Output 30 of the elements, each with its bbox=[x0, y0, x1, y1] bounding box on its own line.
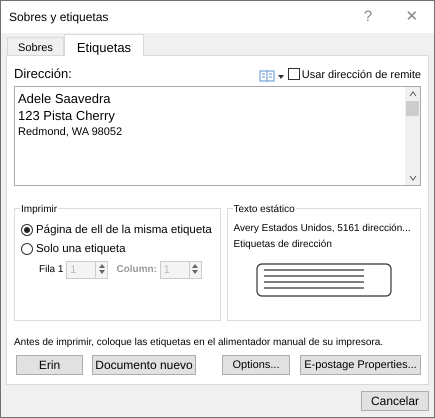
cancel-button[interactable]: Cancelar bbox=[361, 391, 429, 411]
address-line: 123 Pista Cherry bbox=[18, 106, 116, 124]
column-label: Column: bbox=[116, 263, 157, 278]
label-info-text: Avery Estados Unidos, 5161 dirección... bbox=[234, 222, 412, 236]
instruction-text: Antes de imprimir, coloque las etiquetas en el alimentador manual de su impresora. bbox=[14, 336, 384, 350]
dialog-button[interactable]: E-postage Properties... bbox=[300, 355, 421, 376]
close-button[interactable]: ✕ bbox=[390, 4, 434, 30]
scroll-thumb[interactable] bbox=[406, 100, 419, 116]
radio-option[interactable]: Solo una etiqueta bbox=[21, 240, 214, 259]
scrollbar[interactable] bbox=[405, 86, 420, 185]
help-button[interactable]: ? bbox=[346, 4, 390, 30]
group-title: Imprimir bbox=[20, 202, 58, 217]
field-label: Dirección: bbox=[14, 65, 72, 84]
window-title: Sobres y etiquetas bbox=[9, 8, 110, 26]
address-book-icon[interactable] bbox=[259, 70, 286, 82]
dialog-button[interactable]: Documento nuevo bbox=[92, 355, 196, 376]
tab[interactable]: Etiquetas bbox=[64, 34, 144, 56]
address-line: Redmond, WA 98052 bbox=[18, 124, 124, 140]
dialog-button[interactable]: Erin bbox=[16, 355, 83, 376]
scroll-up-icon[interactable] bbox=[408, 90, 416, 98]
tab[interactable]: Sobres bbox=[7, 36, 64, 55]
radio-option[interactable]: Página de ell de la misma etiqueta bbox=[21, 220, 214, 240]
address-field[interactable]: Adele Saavedra 123 Pista Cherry Redmond, WA 98052 bbox=[14, 86, 421, 186]
address-line: Adele Saavedra bbox=[18, 90, 112, 107]
label-preview-icon bbox=[256, 262, 392, 297]
label-info-text: Etiquetas de dirección bbox=[234, 238, 333, 252]
row-label: Fila 1 bbox=[39, 263, 64, 278]
return-address-checkbox[interactable]: Usar dirección de remite bbox=[288, 67, 421, 84]
dialog-button[interactable]: Options... bbox=[222, 355, 290, 376]
scroll-down-icon[interactable] bbox=[408, 174, 416, 182]
